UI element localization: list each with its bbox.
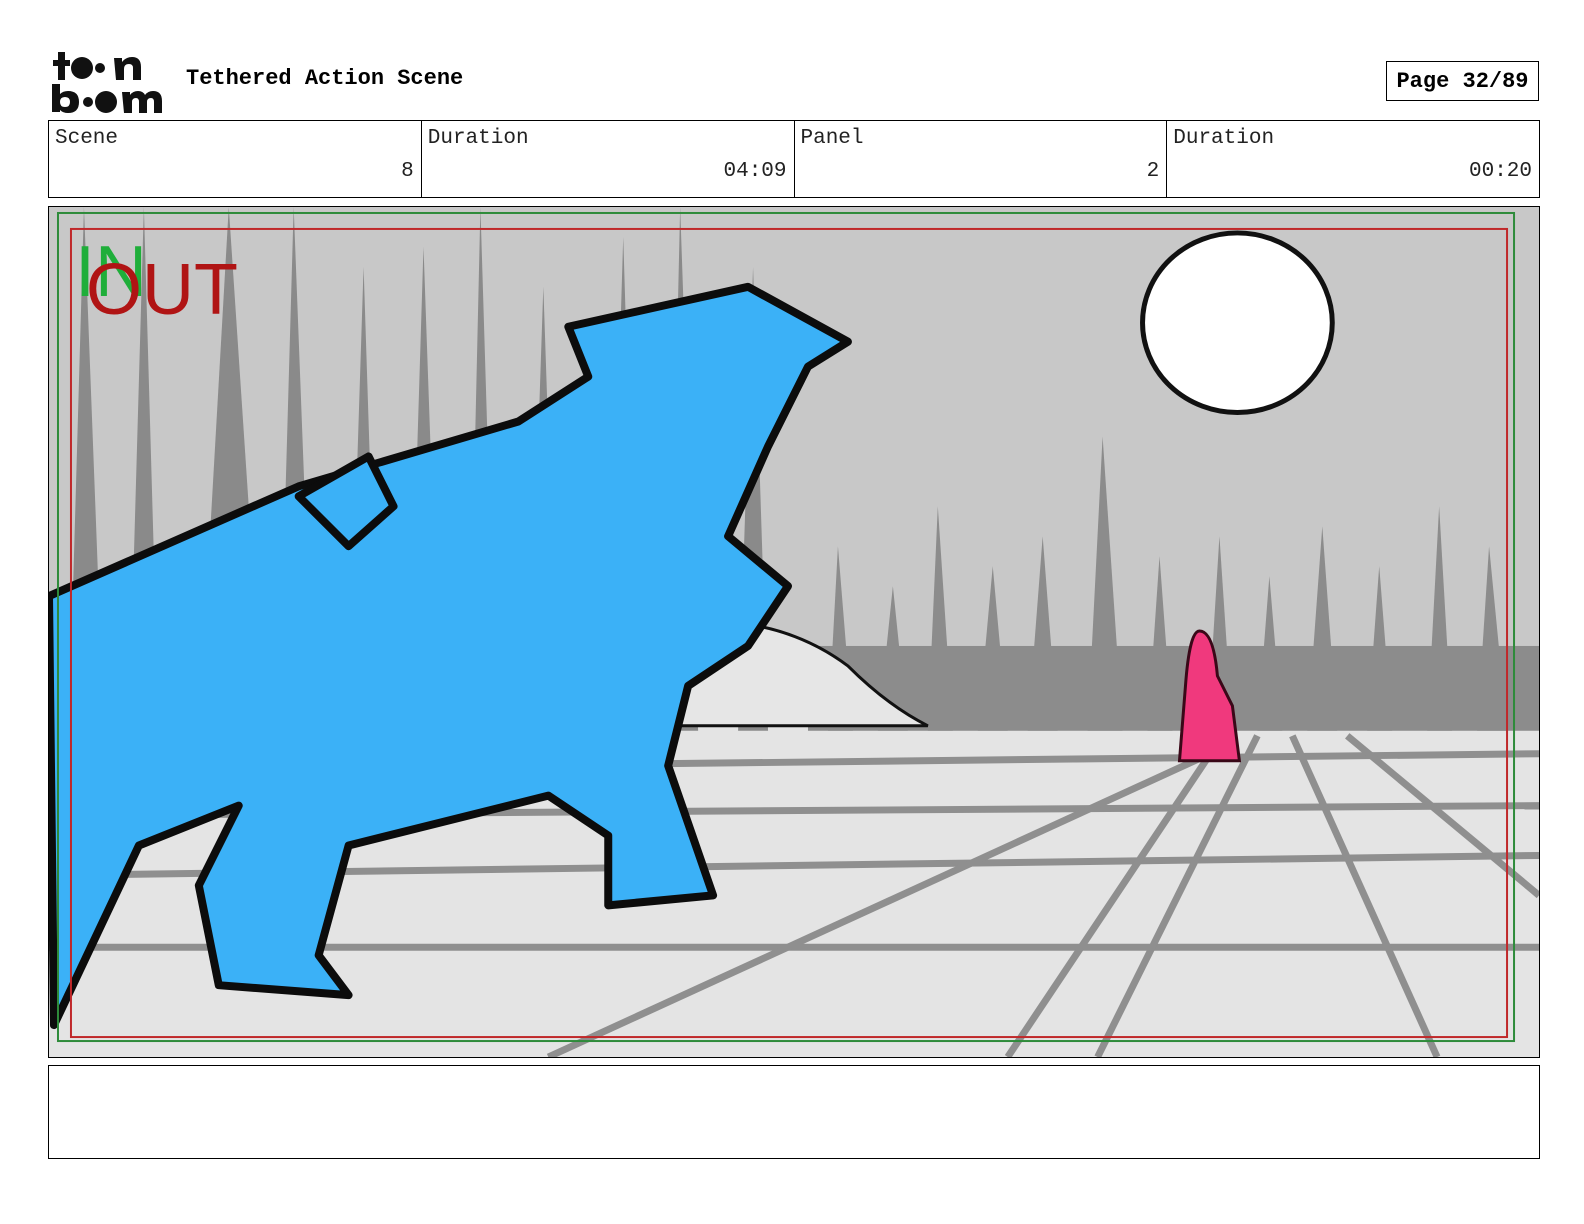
out-marker: OUT (86, 250, 238, 330)
scene-value: 8 (401, 160, 414, 183)
page-indicator: Page 32/89 (1386, 61, 1539, 101)
panel-duration-label: Duration (1173, 127, 1275, 150)
panel-duration-cell: Duration 00:20 (1167, 121, 1539, 197)
storyboard-title: Tethered Action Scene (186, 66, 464, 91)
scene-duration-label: Duration (427, 127, 529, 150)
panel-notes[interactable] (48, 1065, 1540, 1159)
panel-info-row: Scene 8 Duration 04:09 Panel 2 Duration … (48, 120, 1540, 198)
scene-cell: Scene 8 (49, 121, 422, 197)
toon-boom-logo (50, 50, 165, 114)
panel-cell: Panel 2 (795, 121, 1168, 197)
panel-label: Panel (800, 127, 864, 150)
scene-duration-value: 04:09 (723, 160, 787, 183)
moon (1140, 230, 1335, 416)
scene-duration-cell: Duration 04:09 (422, 121, 795, 197)
scene-label: Scene (55, 127, 119, 150)
panel-drawing (49, 207, 1539, 1057)
panel-duration-value: 00:20 (1468, 160, 1532, 183)
panel-value: 2 (1146, 160, 1160, 183)
storyboard-panel-image (48, 206, 1540, 1058)
logo-mark (52, 52, 162, 113)
